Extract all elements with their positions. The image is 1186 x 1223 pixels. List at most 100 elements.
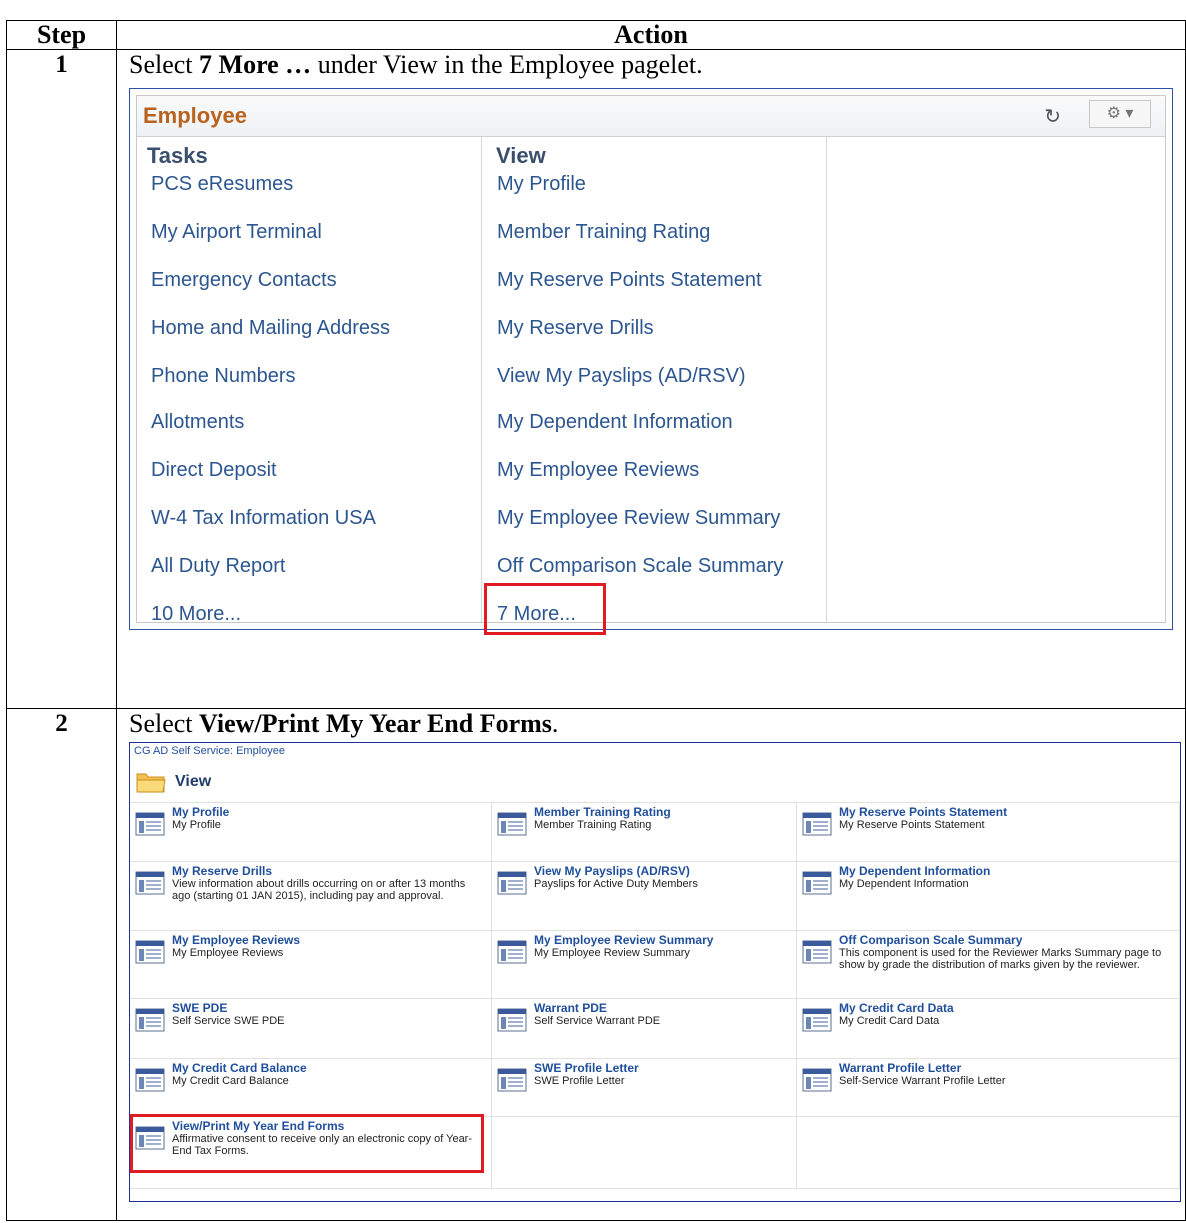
tile-title[interactable]: My Dependent Information	[839, 864, 990, 878]
tile-title[interactable]: View My Payslips (AD/RSV)	[534, 864, 690, 878]
page-icon	[135, 871, 165, 895]
view-tile[interactable]: My Employee Review Summary My Employee Re…	[492, 930, 797, 999]
tasks-link[interactable]: Emergency Contacts	[151, 269, 337, 292]
view-tile[interactable]: My Reserve Drills View information about …	[130, 861, 492, 931]
instruction-text-end: under View in the Employee pagelet.	[311, 50, 703, 79]
tile-title[interactable]: SWE Profile Letter	[534, 1061, 639, 1075]
page-icon	[802, 871, 832, 895]
breadcrumb[interactable]: CG AD Self Service: Employee	[134, 745, 285, 757]
empty-tile	[797, 1116, 1180, 1189]
page-icon	[497, 871, 527, 895]
view-tile[interactable]: View My Payslips (AD/RSV) Payslips for Ac…	[492, 861, 797, 931]
refresh-icon[interactable]: ↻	[1044, 104, 1061, 129]
empty-tile	[492, 1116, 797, 1189]
view-link[interactable]: My Profile	[497, 173, 586, 196]
page-icon	[135, 940, 165, 964]
tasks-link[interactable]: My Airport Terminal	[151, 221, 322, 244]
page-icon	[497, 940, 527, 964]
view-header: View	[496, 143, 546, 168]
view-tile[interactable]: Warrant PDE Self Service Warrant PDE	[492, 998, 797, 1059]
view-tile[interactable]: SWE PDE Self Service SWE PDE	[130, 998, 492, 1059]
header-action: Action	[116, 20, 1186, 50]
view-column: View My Profile Member Training Rating My …	[482, 137, 827, 635]
tasks-link[interactable]: PCS eResumes	[151, 173, 293, 196]
tile-description: Self Service SWE PDE	[172, 1015, 285, 1027]
tile-title[interactable]: Warrant PDE	[534, 1001, 607, 1015]
highlight-box	[130, 1114, 484, 1173]
pagelet-title: Employee	[143, 103, 247, 128]
tasks-link[interactable]: All Duty Report	[151, 555, 286, 578]
step-number: 1	[6, 49, 117, 709]
view-link[interactable]: My Reserve Drills	[497, 317, 654, 340]
tile-title[interactable]: Member Training Rating	[534, 805, 671, 819]
view-tile[interactable]: My Profile My Profile	[130, 802, 492, 862]
pagelet-header: Employee ↻ ⚙ ▾	[137, 96, 1165, 137]
view-tile[interactable]: Warrant Profile Letter Self-Service Warra…	[797, 1058, 1180, 1117]
tile-title[interactable]: My Reserve Points Statement	[839, 805, 1007, 819]
view-tile[interactable]: My Credit Card Balance My Credit Card Bal…	[130, 1058, 492, 1117]
view-tile[interactable]: SWE Profile Letter SWE Profile Letter	[492, 1058, 797, 1117]
tile-description: Payslips for Active Duty Members	[534, 878, 698, 890]
view-tile[interactable]: My Credit Card Data My Credit Card Data	[797, 998, 1180, 1059]
tasks-more-link[interactable]: 10 More...	[151, 603, 241, 626]
tile-title[interactable]: My Credit Card Data	[839, 1001, 954, 1015]
page-icon	[497, 1068, 527, 1092]
view-tile[interactable]: My Employee Reviews My Employee Reviews	[130, 930, 492, 999]
instruction-bold: View/Print My Year End Forms	[199, 709, 552, 738]
step-number: 2	[6, 708, 117, 1221]
view-panel: CG AD Self Service: Employee View My Pro…	[129, 742, 1181, 1202]
view-tile[interactable]: My Dependent Information My Dependent Inf…	[797, 861, 1180, 931]
view-link[interactable]: My Employee Review Summary	[497, 507, 780, 530]
tasks-header: Tasks	[147, 143, 208, 168]
tasks-link[interactable]: Home and Mailing Address	[151, 317, 390, 340]
view-link[interactable]: My Reserve Points Statement	[497, 269, 762, 292]
page-icon	[802, 1068, 832, 1092]
tile-description: My Dependent Information	[839, 878, 969, 890]
tile-description: View information about drills occurring …	[172, 878, 466, 902]
page-icon	[135, 812, 165, 836]
table-header-row: Step Action	[6, 20, 1186, 50]
gear-icon[interactable]: ⚙ ▾	[1089, 100, 1151, 128]
view-more-link[interactable]: 7 More...	[497, 603, 576, 626]
header-step: Step	[6, 20, 117, 50]
tile-title[interactable]: Warrant Profile Letter	[839, 1061, 961, 1075]
view-link[interactable]: View My Payslips (AD/RSV)	[497, 365, 746, 388]
instruction-bold: 7 More …	[199, 50, 312, 79]
step-action-cell: Select View/Print My Year End Forms. CG …	[116, 708, 1186, 1221]
document: Step Action 1 Select 7 More … under View…	[0, 0, 1186, 1223]
step-action-cell: Select 7 More … under View in the Employ…	[116, 49, 1186, 709]
tasks-link[interactable]: W-4 Tax Information USA	[151, 507, 376, 530]
page-icon	[802, 940, 832, 964]
step-row-2: 2 Select View/Print My Year End Forms. C…	[6, 708, 1186, 1221]
tasks-link[interactable]: Allotments	[151, 411, 244, 434]
step-instruction: Select View/Print My Year End Forms.	[117, 709, 1185, 739]
tile-title[interactable]: Off Comparison Scale Summary	[839, 933, 1022, 947]
tasks-link[interactable]: Phone Numbers	[151, 365, 296, 388]
tile-description: My Credit Card Balance	[172, 1075, 289, 1087]
view-title: View	[175, 773, 212, 790]
steps-table: Step Action 1 Select 7 More … under View…	[6, 20, 1186, 1221]
view-link[interactable]: Member Training Rating	[497, 221, 710, 244]
tile-description: Self-Service Warrant Profile Letter	[839, 1075, 1006, 1087]
view-tile[interactable]: Member Training Rating Member Training Ra…	[492, 802, 797, 862]
tile-title[interactable]: My Employee Review Summary	[534, 933, 713, 947]
tile-title[interactable]: My Profile	[172, 805, 229, 819]
view-grid: My Profile My Profile Member Training Rati…	[130, 802, 1180, 1202]
view-link[interactable]: Off Comparison Scale Summary	[497, 555, 783, 578]
tile-description: My Employee Reviews	[172, 947, 284, 959]
view-link[interactable]: My Dependent Information	[497, 411, 733, 434]
view-link[interactable]: My Employee Reviews	[497, 459, 699, 482]
page-icon	[497, 812, 527, 836]
step-instruction: Select 7 More … under View in the Employ…	[117, 50, 1185, 80]
folder-icon	[136, 773, 166, 793]
tile-title[interactable]: SWE PDE	[172, 1001, 227, 1015]
tile-title[interactable]: My Employee Reviews	[172, 933, 300, 947]
tile-title[interactable]: My Credit Card Balance	[172, 1061, 307, 1075]
tasks-link[interactable]: Direct Deposit	[151, 459, 277, 482]
view-tile[interactable]: My Reserve Points Statement My Reserve Po…	[797, 802, 1180, 862]
tile-description: My Employee Review Summary	[534, 947, 690, 959]
employee-pagelet: Employee ↻ ⚙ ▾ Tasks PCS eResumes My Airp…	[129, 88, 1173, 635]
tile-title[interactable]: My Reserve Drills	[172, 864, 272, 878]
tile-description: SWE Profile Letter	[534, 1075, 625, 1087]
view-tile[interactable]: Off Comparison Scale Summary This compone…	[797, 930, 1180, 999]
